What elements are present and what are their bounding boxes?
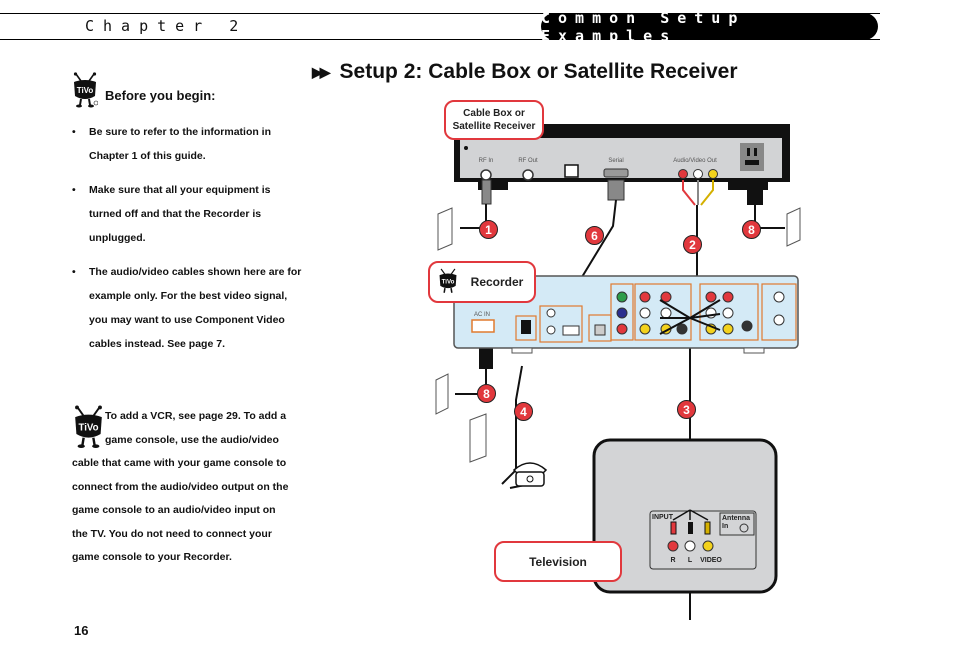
ac-in-port — [471, 319, 495, 333]
rf-out-port — [522, 169, 534, 181]
telephone-icon — [512, 462, 548, 487]
svg-text:In: In — [722, 523, 728, 530]
svg-text:TiVo: TiVo — [442, 279, 455, 286]
tv-input-label: INPUT — [652, 514, 674, 521]
step-badge-6: 6 — [585, 226, 604, 245]
svg-text:VIDEO: VIDEO — [700, 557, 722, 564]
cable-box-callout: Cable Box or Satellite Receiver — [444, 100, 544, 140]
rf-in-port — [480, 169, 492, 181]
ac-in-label: AC IN — [474, 312, 490, 318]
phone-port — [564, 164, 579, 178]
svg-text:R: R — [670, 557, 675, 564]
serial-port — [603, 168, 629, 178]
serial-label: Serial — [608, 158, 623, 164]
usb-port — [562, 325, 580, 336]
recorder-callout: TiVo Recorder — [428, 261, 536, 303]
step-badge-2: 2 — [683, 235, 702, 254]
svg-text:L: L — [688, 557, 693, 564]
rf-out-label: RF Out — [518, 158, 538, 164]
step-badge-8: 8 — [742, 220, 761, 239]
television-callout: Television — [494, 541, 622, 582]
av-out-label: Audio/Video Out — [673, 158, 717, 164]
step-badge-8: 8 — [477, 384, 496, 403]
tv-antenna-label: Antenna — [722, 515, 750, 522]
step-badge-3: 3 — [677, 400, 696, 419]
step-badge-1: 1 — [479, 220, 498, 239]
step-badge-4: 4 — [514, 402, 533, 421]
tivo-logo-icon: TiVo — [439, 268, 457, 293]
power-socket — [740, 143, 764, 171]
rf-in-label: RF In — [479, 158, 494, 164]
